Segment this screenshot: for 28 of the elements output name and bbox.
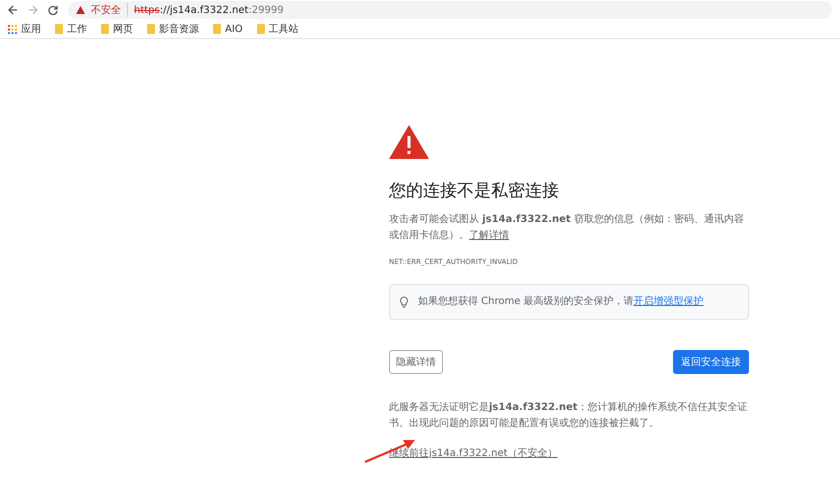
url-text: https://js14a.f3322.net:29999 xyxy=(134,4,284,16)
bookmark-label[interactable]: 应用 xyxy=(21,22,41,36)
bookmark-label[interactable]: 工具站 xyxy=(268,22,299,36)
folder-icon xyxy=(213,24,221,34)
back-icon[interactable] xyxy=(8,5,18,15)
folder-icon xyxy=(147,24,155,34)
lightbulb-icon xyxy=(400,296,408,308)
bookmark-label[interactable]: AIO xyxy=(225,24,243,34)
back-to-safety-button[interactable]: 返回安全连接 xyxy=(673,350,749,374)
address-bar[interactable]: 不安全 https://js14a.f3322.net:29999 xyxy=(68,1,832,19)
security-label[interactable]: 不安全 xyxy=(91,3,128,17)
hide-details-button[interactable]: 隐藏详情 xyxy=(389,350,443,374)
learn-more-link[interactable]: 了解详情 xyxy=(469,230,509,241)
folder-icon xyxy=(101,24,109,34)
reload-icon[interactable] xyxy=(48,5,58,15)
apps-grid-icon xyxy=(8,24,17,34)
bookmark-label[interactable]: 工作 xyxy=(67,22,87,36)
warning-icon xyxy=(389,125,429,159)
details-text: 此服务器无法证明它是js14a.f3322.net；您计算机的操作系统不信任其安全证书。出现此问题的原因可能是配置有误或您的连接被拦截了。 xyxy=(389,400,749,431)
tip-text: 如果您想获得 Chrome 最高级别的安全保护，请开启增强型保护 xyxy=(418,294,704,309)
description-text: 攻击者可能会试图从 js14a.f3322.net 窃取您的信息（例如：密码、通讯内容或信用卡信息）。了解详情 xyxy=(389,212,745,243)
folder-icon xyxy=(256,24,265,34)
folder-icon xyxy=(55,24,63,34)
enhanced-protection-link[interactable]: 开启增强型保护 xyxy=(634,296,704,307)
bookmark-label[interactable]: 影音资源 xyxy=(159,22,199,36)
page-title: 您的连接不是私密连接 xyxy=(389,180,560,202)
bookmark-label[interactable]: 网页 xyxy=(113,22,133,36)
warning-icon xyxy=(76,6,85,14)
